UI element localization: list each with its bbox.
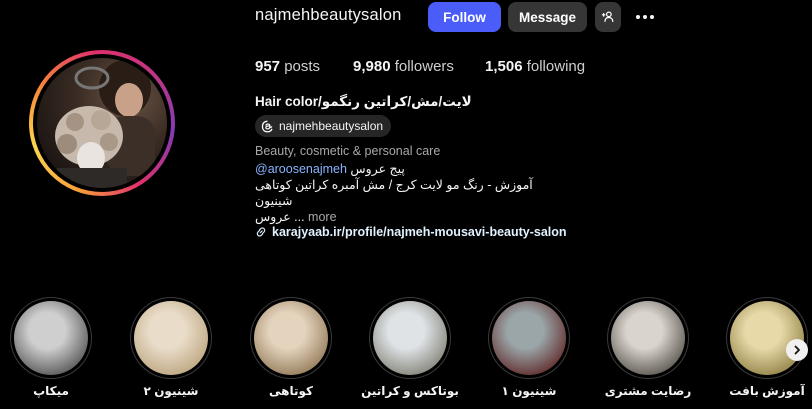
- add-user-button[interactable]: [595, 2, 621, 32]
- threads-badge[interactable]: najmehbeautysalon: [255, 115, 392, 137]
- highlight-label: کوتاهی: [269, 384, 313, 398]
- highlight-cover: [134, 301, 208, 375]
- highlight-label: شینیون ۲: [143, 384, 199, 398]
- highlight-label: بوتاکس و کراتین: [361, 384, 459, 398]
- threads-icon: [261, 120, 273, 132]
- highlight-item[interactable]: شینیون ۲: [130, 297, 212, 398]
- highlight-item[interactable]: میکاپ: [10, 297, 92, 398]
- highlight-ring: [726, 297, 808, 379]
- follow-button[interactable]: Follow: [428, 2, 501, 32]
- profile-full-name: لایت/مش/کراتین رنگمو/Hair color: [255, 94, 472, 109]
- highlight-label: آموزش بافت: [729, 384, 805, 398]
- highlight-ring: [488, 297, 570, 379]
- add-user-icon: [601, 11, 614, 22]
- avatar-photo: [37, 58, 167, 188]
- highlight-item[interactable]: بوتاکس و کراتین: [361, 297, 459, 398]
- profile-username: najmehbeautysalon: [255, 6, 402, 24]
- highlight-label: رضایت مشتری: [604, 384, 692, 398]
- highlight-item[interactable]: رضایت مشتری: [605, 297, 691, 398]
- highlight-item[interactable]: شینیون ۱: [488, 297, 570, 398]
- message-button[interactable]: Message: [508, 2, 587, 32]
- highlight-label: میکاپ: [33, 384, 69, 398]
- stat-followers[interactable]: 9,980 followers: [353, 58, 454, 75]
- highlight-cover: [730, 301, 804, 375]
- more-icon: [636, 15, 640, 19]
- highlight-ring: [250, 297, 332, 379]
- stat-posts: 957 posts: [255, 58, 321, 75]
- highlight-ring: [130, 297, 212, 379]
- highlight-item[interactable]: آموزش بافت: [726, 297, 808, 398]
- highlight-cover: [14, 301, 88, 375]
- highlight-cover: [492, 301, 566, 375]
- more-options-button[interactable]: [632, 2, 658, 32]
- bio-mention-link[interactable]: @aroosenajmeh: [255, 162, 347, 176]
- highlight-ring: [607, 297, 689, 379]
- highlight-item[interactable]: کوتاهی: [250, 297, 332, 398]
- link-icon: [256, 227, 266, 237]
- stat-following[interactable]: 1,506 following: [485, 58, 585, 75]
- highlight-label: شینیون ۱: [501, 384, 557, 398]
- highlight-ring: [10, 297, 92, 379]
- highlight-cover: [254, 301, 328, 375]
- external-link[interactable]: karajyaab.ir/profile/najmeh-mousavi-beau…: [255, 225, 567, 239]
- threads-handle: najmehbeautysalon: [279, 119, 384, 133]
- highlight-ring: [369, 297, 451, 379]
- highlight-cover: [373, 301, 447, 375]
- chevron-right-icon: [794, 345, 800, 355]
- profile-avatar[interactable]: [29, 50, 175, 196]
- highlight-cover: [611, 301, 685, 375]
- bio-more-link[interactable]: more: [308, 210, 336, 224]
- bio-line-2: آموزش - رنگ مو لایت کرج / مش آمبره کراتی…: [255, 178, 533, 192]
- highlights-next-button[interactable]: [786, 339, 808, 361]
- bio-line-3: شینیون: [255, 194, 293, 208]
- profile-category: Beauty, cosmetic & personal care: [255, 144, 441, 158]
- bio-line-1: @aroosenajmeh پیج عروس: [255, 162, 405, 176]
- bio-line-4: عروس ... more: [255, 210, 337, 224]
